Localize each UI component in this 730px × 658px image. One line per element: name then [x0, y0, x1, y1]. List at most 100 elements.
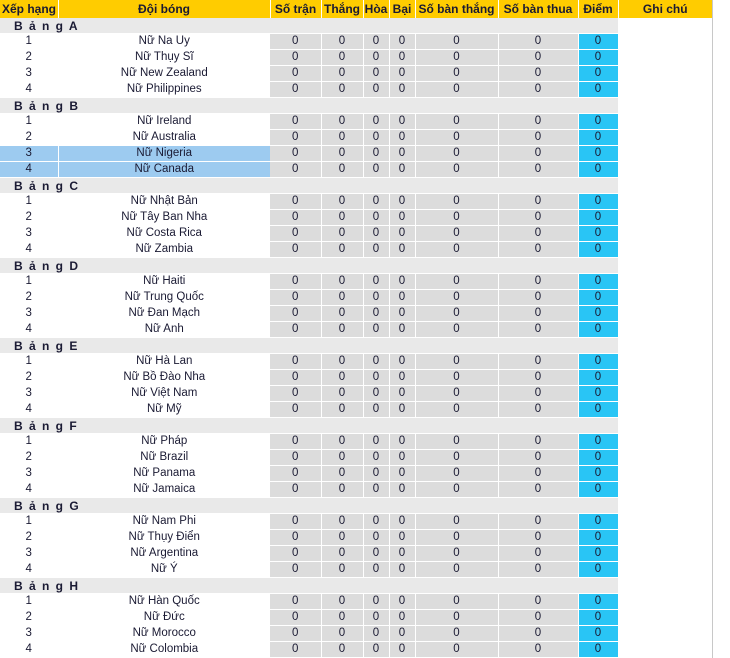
cell-played: 0	[270, 49, 322, 66]
cell-team-name: Nữ Bồ Đào Nha	[58, 369, 270, 386]
cell-goals-against: 0	[498, 449, 579, 466]
cell-points: 0	[578, 561, 619, 578]
table-row[interactable]: 4 Nữ Canada 0 0 0 0 0 0 0	[0, 161, 712, 178]
cell-losses: 0	[389, 561, 416, 578]
column-header-draws[interactable]: Hòa	[363, 0, 390, 18]
cell-played: 0	[270, 353, 322, 370]
cell-losses: 0	[389, 513, 416, 530]
cell-goals-for: 0	[415, 241, 499, 258]
cell-losses: 0	[389, 145, 416, 162]
group-label: B ả n g D	[0, 257, 618, 274]
cell-goals-against: 0	[498, 321, 579, 338]
cell-played: 0	[270, 113, 322, 130]
cell-team-name: Nữ Đan Mạch	[58, 305, 270, 322]
table-row[interactable]: 3 Nữ Costa Rica 0 0 0 0 0 0 0	[0, 225, 712, 242]
cell-wins: 0	[321, 561, 364, 578]
table-row[interactable]: 1 Nữ Ireland 0 0 0 0 0 0 0	[0, 113, 712, 130]
cell-points: 0	[578, 529, 619, 546]
cell-rank: 4	[0, 241, 59, 258]
cell-points: 0	[578, 81, 619, 98]
cell-goals-against: 0	[498, 513, 579, 530]
cell-team-name: Nữ Trung Quốc	[58, 289, 270, 306]
table-row[interactable]: 2 Nữ Australia 0 0 0 0 0 0 0	[0, 129, 712, 146]
table-row[interactable]: 3 Nữ New Zealand 0 0 0 0 0 0 0	[0, 65, 712, 82]
table-row[interactable]: 1 Nữ Na Uy 0 0 0 0 0 0 0	[0, 33, 712, 50]
table-row[interactable]: 4 Nữ Anh 0 0 0 0 0 0 0	[0, 321, 712, 338]
cell-team-name: Nữ Đức	[58, 609, 270, 626]
table-row[interactable]: 4 Nữ Zambia 0 0 0 0 0 0 0	[0, 241, 712, 258]
cell-notes	[618, 81, 712, 98]
group-header-row: B ả n g C	[0, 177, 712, 194]
table-row[interactable]: 2 Nữ Đức 0 0 0 0 0 0 0	[0, 609, 712, 626]
cell-draws: 0	[363, 353, 390, 370]
table-row[interactable]: 2 Nữ Tây Ban Nha 0 0 0 0 0 0 0	[0, 209, 712, 226]
cell-goals-for: 0	[415, 225, 499, 242]
cell-goals-for: 0	[415, 161, 499, 178]
cell-goals-against: 0	[498, 161, 579, 178]
column-header-goals-for[interactable]: Số bàn thắng	[415, 0, 499, 18]
table-row[interactable]: 1 Nữ Hà Lan 0 0 0 0 0 0 0	[0, 353, 712, 370]
table-row[interactable]: 1 Nữ Haiti 0 0 0 0 0 0 0	[0, 273, 712, 290]
group-standings-table: Xếp hạng Đội bóng Số trận Thắng Hòa Bại …	[0, 0, 712, 658]
cell-losses: 0	[389, 65, 416, 82]
table-row[interactable]: 3 Nữ Argentina 0 0 0 0 0 0 0	[0, 545, 712, 562]
cell-team-name: Nữ Pháp	[58, 433, 270, 450]
cell-notes	[618, 129, 712, 146]
table-row[interactable]: 4 Nữ Ý0000000	[0, 561, 712, 578]
column-header-goals-against[interactable]: Số bàn thua	[498, 0, 579, 18]
cell-points: 0	[578, 225, 619, 242]
cell-wins: 0	[321, 481, 364, 498]
table-row[interactable]: 2 Nữ Brazil 0 0 0 0 0 0 0	[0, 449, 712, 466]
table-row[interactable]: 3 Nữ Việt Nam 0 0 0 0 0 0 0	[0, 385, 712, 402]
cell-goals-against: 0	[498, 193, 579, 210]
table-row[interactable]: 1 Nữ Pháp 0 0 0 0 0 0 0	[0, 433, 712, 450]
cell-notes	[618, 273, 712, 290]
cell-losses: 0	[389, 33, 416, 50]
table-row[interactable]: 1 Nữ Nhật Bản 0 0 0 0 0 0 0	[0, 193, 712, 210]
cell-played: 0	[270, 225, 322, 242]
cell-notes	[618, 625, 712, 642]
column-header-played[interactable]: Số trận	[270, 0, 322, 18]
cell-points: 0	[578, 193, 619, 210]
cell-draws: 0	[363, 641, 390, 658]
cell-goals-for: 0	[415, 561, 499, 578]
column-header-points[interactable]: Điểm	[578, 0, 619, 18]
column-header-rank[interactable]: Xếp hạng	[0, 0, 59, 18]
column-header-team[interactable]: Đội bóng	[58, 0, 271, 18]
table-row[interactable]: 4 Nữ Mỹ 0 0 0 0 0 0 0	[0, 401, 712, 418]
group-label: B ả n g F	[0, 417, 618, 434]
cell-draws: 0	[363, 369, 390, 386]
table-row[interactable]: 3 Nữ Đan Mạch 0 0 0 0 0 0 0	[0, 305, 712, 322]
table-row[interactable]: 2 Nữ Thụy Sĩ 0 0 0 0 0 0 0	[0, 49, 712, 66]
table-row[interactable]: 2 Nữ Trung Quốc 0 0 0 0 0 0 0	[0, 289, 712, 306]
group-notes-spacer	[618, 497, 712, 514]
cell-wins: 0	[321, 241, 364, 258]
table-row[interactable]: 2 Nữ Bồ Đào Nha 0 0 0 0 0 0 0	[0, 369, 712, 386]
cell-team-name: Nữ Nigeria	[58, 145, 270, 162]
cell-losses: 0	[389, 209, 416, 226]
cell-notes	[618, 49, 712, 66]
table-row[interactable]: 4 Nữ Philippines 0 0 0 0 0 0 0	[0, 81, 712, 98]
cell-team-name: Nữ Argentina	[58, 545, 270, 562]
table-row[interactable]: 2 Nữ Thụy Điển 0 0 0 0 0 0 0	[0, 529, 712, 546]
cell-losses: 0	[389, 545, 416, 562]
table-row[interactable]: 3 Nữ Morocco 0 0 0 0 0 0 0	[0, 625, 712, 642]
table-row[interactable]: 4 Nữ Jamaica 0 0 0 0 0 0 0	[0, 481, 712, 498]
cell-points: 0	[578, 385, 619, 402]
cell-notes	[618, 561, 712, 578]
table-row[interactable]: 1 Nữ Nam Phi 0 0 0 0 0 0 0	[0, 513, 712, 530]
column-header-notes[interactable]: Ghi chú	[618, 0, 712, 18]
cell-team-name: Nữ Ireland	[58, 113, 270, 130]
table-row[interactable]: 4 Nữ Colombia 0 0 0 0 0 0 0	[0, 641, 712, 658]
table-row[interactable]: 3 Nữ Nigeria 0 0 0 0 0 0 0	[0, 145, 712, 162]
cell-points: 0	[578, 593, 619, 610]
cell-points: 0	[578, 321, 619, 338]
column-header-losses[interactable]: Bại	[389, 0, 416, 18]
cell-goals-for: 0	[415, 49, 499, 66]
cell-team-name: Nữ Thụy Điển	[58, 529, 270, 546]
column-header-wins[interactable]: Thắng	[321, 0, 364, 18]
table-row[interactable]: 3 Nữ Panama 0 0 0 0 0 0 0	[0, 465, 712, 482]
group-header-row: B ả n g G	[0, 497, 712, 514]
cell-points: 0	[578, 129, 619, 146]
table-row[interactable]: 1 Nữ Hàn Quốc 0 0 0 0 0 0 0	[0, 593, 712, 610]
